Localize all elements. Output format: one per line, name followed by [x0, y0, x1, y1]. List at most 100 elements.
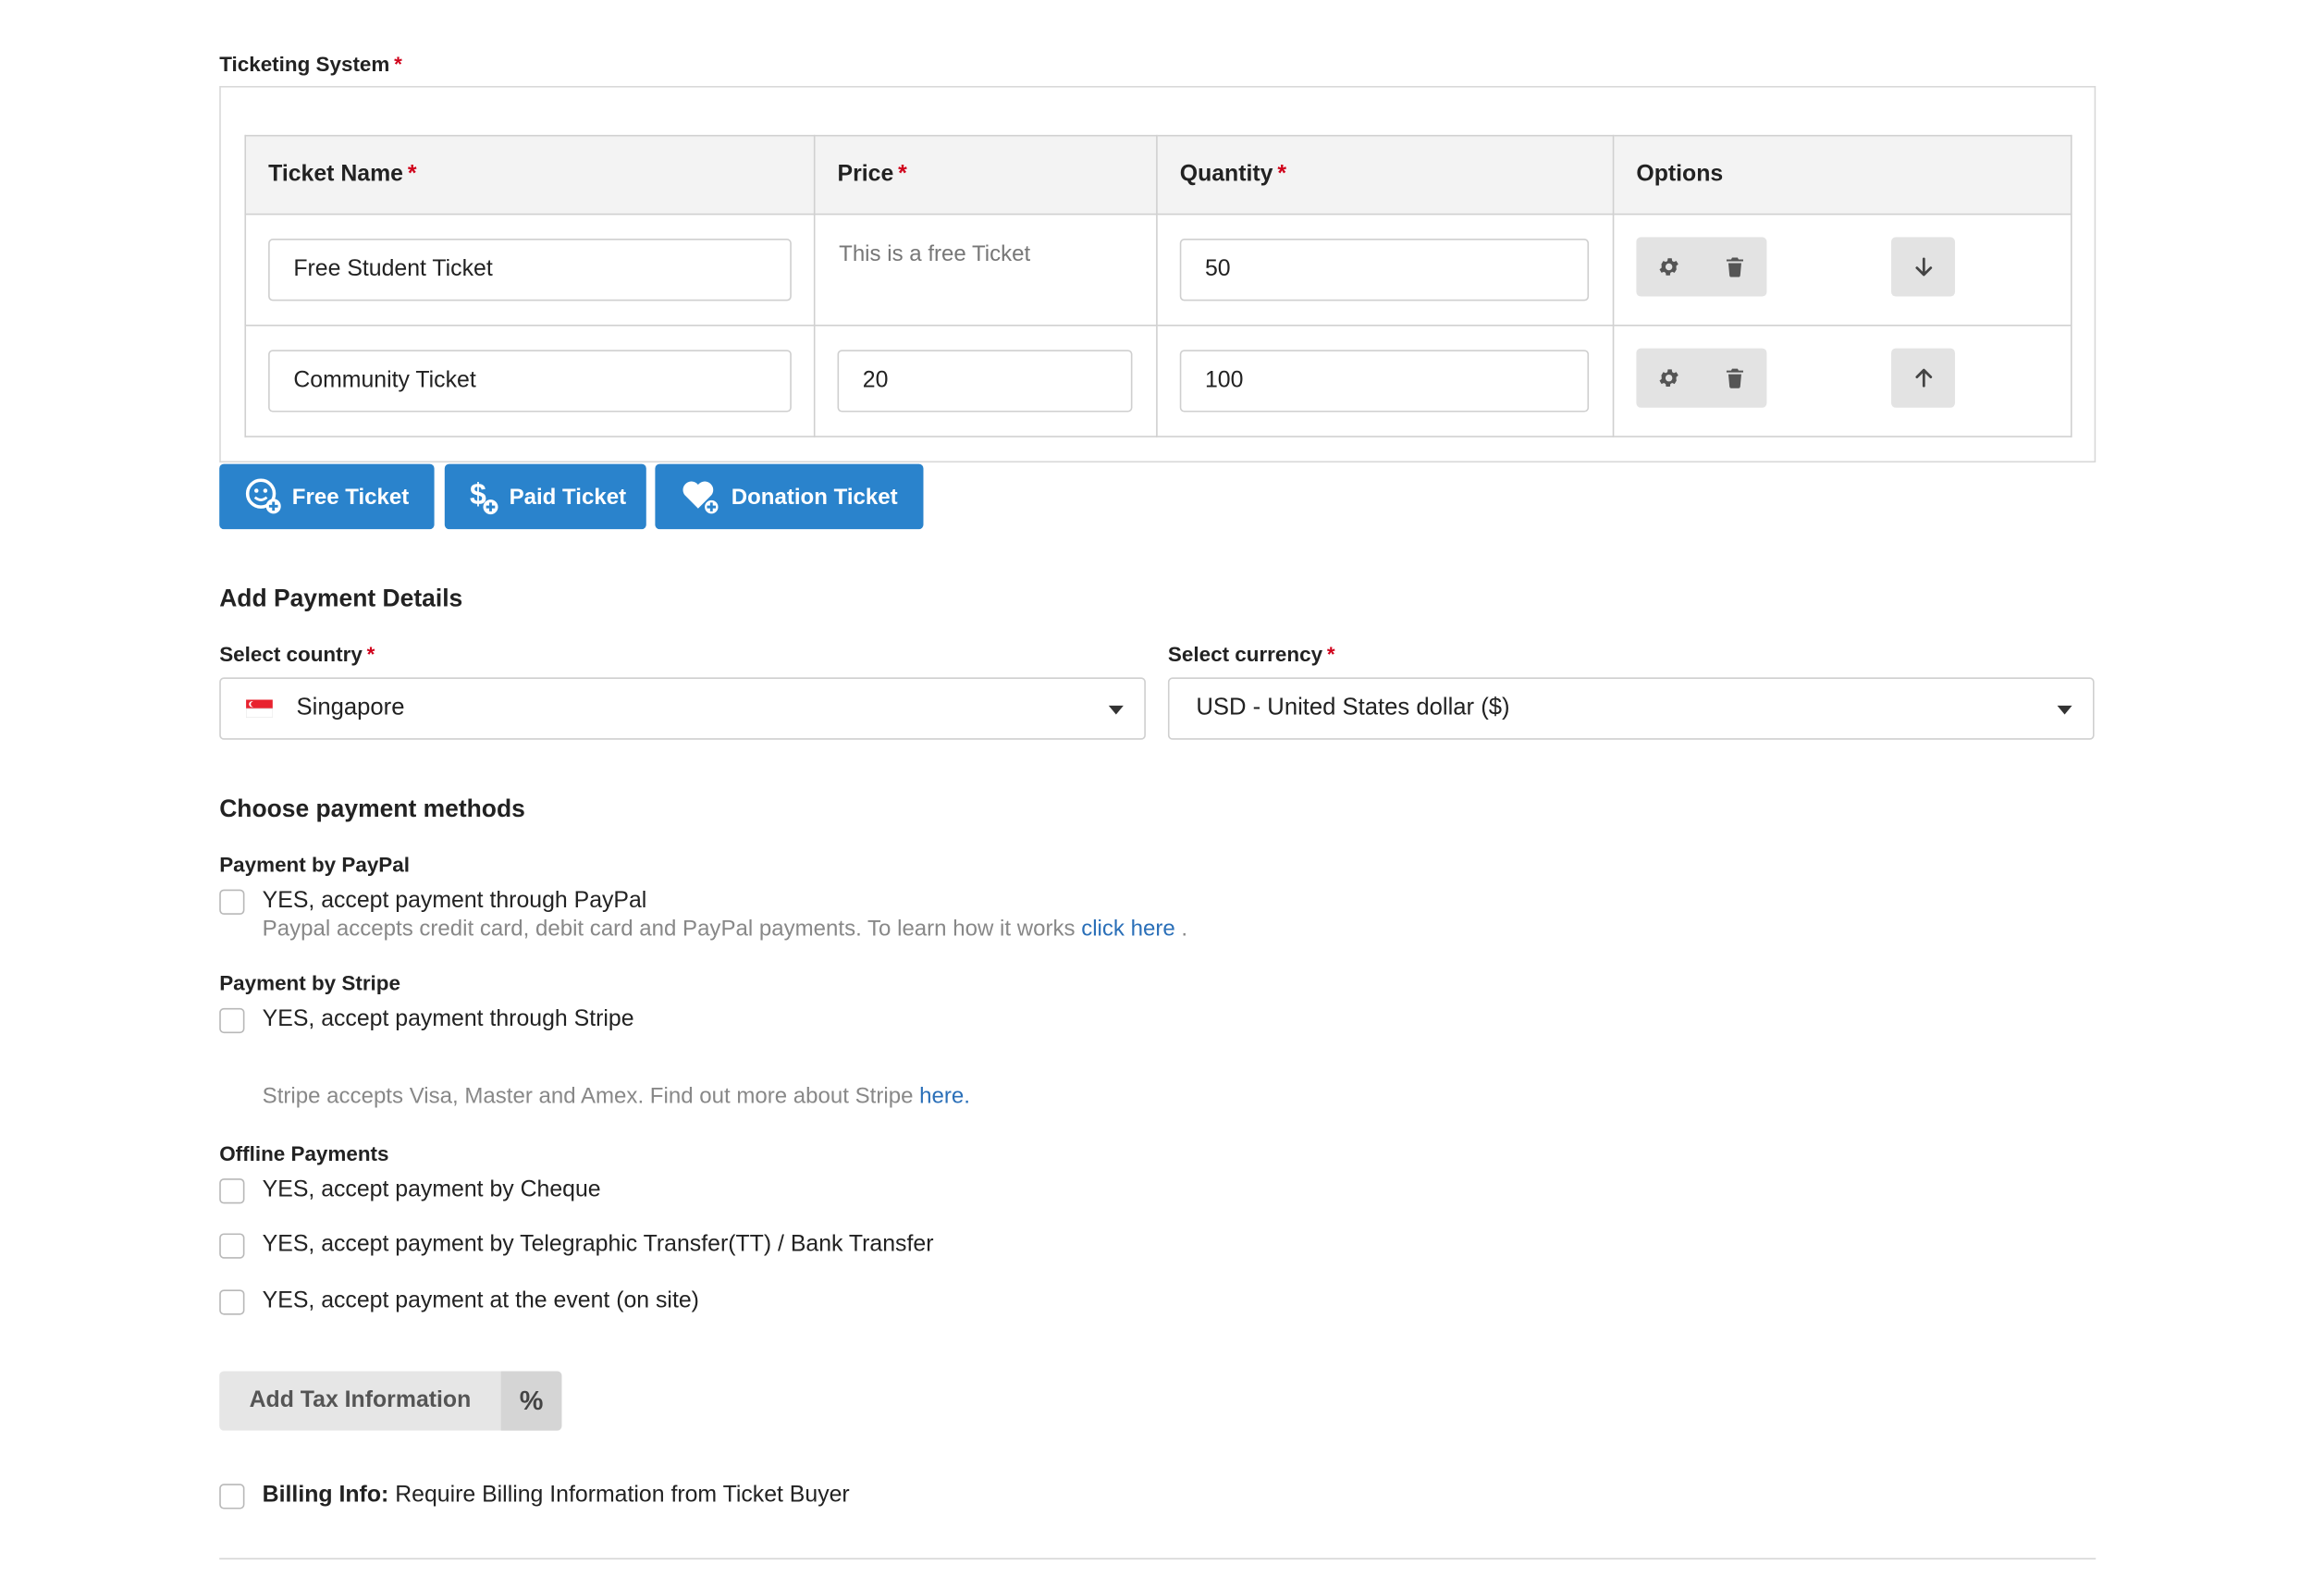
- stripe-option-label: YES, accept payment through Stripe: [262, 1006, 634, 1032]
- payment-details-title: Add Payment Details: [219, 585, 463, 612]
- quantity-cell: 100: [1156, 324, 1615, 437]
- options-button-group: [1636, 348, 1767, 408]
- price-input[interactable]: 20: [837, 350, 1133, 413]
- quantity-input[interactable]: 100: [1179, 350, 1590, 413]
- currency-select[interactable]: USD - United States dollar ($): [1167, 677, 2095, 740]
- required-mark: *: [407, 161, 417, 187]
- price-cell: 20: [813, 324, 1158, 437]
- price-cell: This is a free Ticket: [813, 213, 1158, 326]
- trash-icon: [1726, 368, 1743, 388]
- stripe-checkbox[interactable]: [219, 1007, 245, 1034]
- quantity-value: 50: [1204, 256, 1231, 282]
- gear-icon: [1659, 258, 1678, 276]
- required-mark: *: [1326, 641, 1335, 666]
- paypal-option-label: YES, accept payment through PayPal: [262, 888, 647, 914]
- currency-label-text: Select currency: [1167, 641, 1323, 666]
- ticket-name-cell: Community Ticket: [244, 324, 816, 437]
- stripe-note-text: Stripe accepts Visa, Master and Amex. Fi…: [262, 1083, 914, 1109]
- options-cell: [1612, 324, 2072, 437]
- onsite-option-label: YES, accept payment at the event (on sit…: [262, 1287, 699, 1313]
- billing-checkbox[interactable]: [219, 1484, 245, 1509]
- move-up-button[interactable]: [1891, 348, 1955, 408]
- settings-button[interactable]: [1636, 349, 1702, 408]
- col-quantity: Quantity *: [1156, 134, 1615, 216]
- ticket-name-value: Free Student Ticket: [293, 256, 493, 282]
- arrow-up-icon: [1914, 368, 1932, 388]
- paypal-note-text: Paypal accepts credit card, debit card a…: [262, 916, 1076, 942]
- caret-down-icon: [2057, 705, 2072, 715]
- ticket-table: Ticket Name * Price * Quantity * Options Fr…: [244, 134, 2072, 437]
- col-quantity-text: Quantity: [1179, 161, 1273, 187]
- singapore-flag-icon: [246, 699, 273, 718]
- trash-icon: [1726, 257, 1743, 277]
- offline-heading: Offline Payments: [219, 1141, 389, 1165]
- free-ticket-label: Free Ticket: [291, 484, 410, 510]
- table-row: Community Ticket 20 100: [244, 324, 2072, 437]
- currency-value: USD - United States dollar ($): [1196, 695, 1510, 721]
- billing-label: Billing Info: Require Billing Informatio…: [263, 1483, 850, 1509]
- add-tax-label: Add Tax Information: [249, 1387, 472, 1413]
- quantity-value: 100: [1204, 367, 1244, 393]
- country-select[interactable]: Singapore: [219, 677, 1146, 740]
- caret-down-icon: [1108, 705, 1124, 715]
- col-ticket-name-text: Ticket Name: [268, 161, 404, 187]
- page: Ticketing System * Ticket Name * Price * Qu…: [0, 0, 2324, 1577]
- payment-methods-title: Choose payment methods: [219, 795, 525, 823]
- add-paid-ticket-button[interactable]: $ Paid Ticket: [444, 463, 646, 530]
- donation-ticket-label: Donation Ticket: [731, 484, 898, 510]
- options-button-group: [1636, 237, 1767, 297]
- paypal-note: Paypal accepts credit card, debit card a…: [263, 916, 1187, 941]
- ticket-name-value: Community Ticket: [293, 367, 476, 393]
- free-ticket-note: This is a free Ticket: [839, 241, 1031, 267]
- col-options-text: Options: [1636, 161, 1724, 187]
- country-label: Select country *: [219, 642, 375, 666]
- table-row: Free Student Ticket This is a free Ticke…: [244, 213, 2072, 326]
- stripe-learn-link[interactable]: here.: [919, 1084, 970, 1109]
- add-tax-button[interactable]: Add Tax Information %: [219, 1371, 562, 1431]
- add-donation-ticket-button[interactable]: Donation Ticket: [655, 463, 924, 530]
- move-down-button[interactable]: [1891, 237, 1955, 297]
- ticketing-label-text: Ticketing System: [219, 52, 390, 76]
- paid-ticket-label: Paid Ticket: [509, 484, 627, 510]
- smiley-plus-icon: [245, 478, 281, 514]
- billing-label-bold: Billing Info:: [262, 1482, 389, 1508]
- onsite-checkbox[interactable]: [219, 1289, 245, 1315]
- quantity-input[interactable]: 50: [1179, 239, 1590, 302]
- delete-button[interactable]: [1702, 237, 1767, 296]
- country-value: Singapore: [296, 695, 405, 721]
- ticket-name-cell: Free Student Ticket: [244, 213, 816, 326]
- col-price: Price *: [813, 134, 1158, 216]
- add-free-ticket-button[interactable]: Free Ticket: [219, 463, 435, 530]
- delete-button[interactable]: [1702, 349, 1767, 408]
- ticketing-system-label: Ticketing System *: [219, 52, 402, 76]
- required-mark: *: [394, 52, 402, 76]
- required-mark: *: [898, 161, 907, 187]
- percent-icon: %: [500, 1371, 562, 1431]
- gear-icon: [1659, 369, 1678, 387]
- ticket-name-input[interactable]: Free Student Ticket: [268, 239, 792, 302]
- quantity-cell: 50: [1156, 213, 1615, 326]
- required-mark: *: [1277, 161, 1287, 187]
- paypal-checkbox[interactable]: [219, 889, 245, 915]
- billing-label-text: Require Billing Information from Ticket …: [395, 1482, 850, 1508]
- cheque-checkbox[interactable]: [219, 1178, 245, 1204]
- required-mark: *: [366, 641, 375, 666]
- bank-transfer-checkbox[interactable]: [219, 1233, 245, 1259]
- paypal-learn-link[interactable]: click here: [1081, 916, 1175, 941]
- col-options: Options: [1612, 134, 2072, 216]
- dollar-plus-icon: $: [469, 477, 498, 515]
- paypal-note-end: .: [1181, 916, 1188, 942]
- currency-label: Select currency *: [1168, 642, 1335, 666]
- divider: [219, 1558, 2097, 1560]
- bank-transfer-option-label: YES, accept payment by Telegraphic Trans…: [262, 1231, 934, 1258]
- col-price-text: Price: [837, 161, 894, 187]
- cheque-option-label: YES, accept payment by Cheque: [262, 1177, 601, 1202]
- settings-button[interactable]: [1636, 237, 1702, 296]
- stripe-heading: Payment by Stripe: [219, 970, 400, 995]
- heart-plus-icon: [683, 481, 720, 515]
- stripe-note: Stripe accepts Visa, Master and Amex. Fi…: [263, 1084, 970, 1109]
- price-value: 20: [862, 367, 889, 393]
- col-ticket-name: Ticket Name *: [244, 134, 816, 216]
- ticket-name-input[interactable]: Community Ticket: [268, 350, 792, 413]
- ticket-table-header: Ticket Name * Price * Quantity * Options: [244, 134, 2072, 216]
